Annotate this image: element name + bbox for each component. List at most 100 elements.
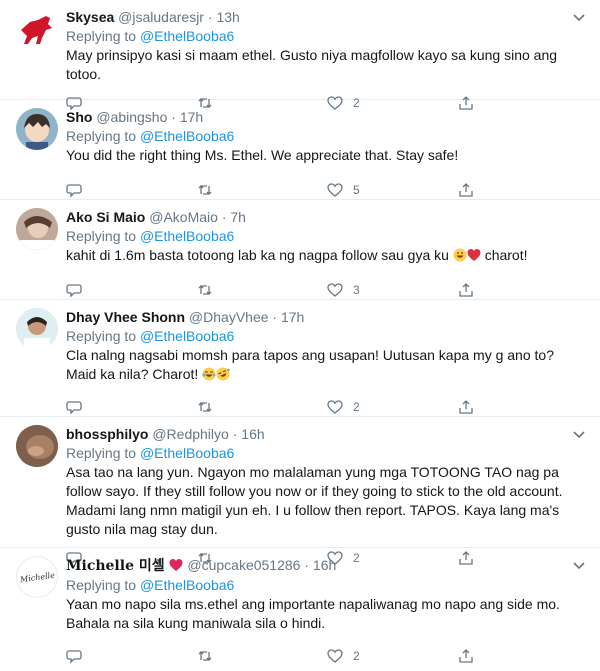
timestamp[interactable]: 17h xyxy=(180,109,203,125)
like-button[interactable]: 2 xyxy=(327,648,458,664)
like-icon xyxy=(327,283,343,297)
tweet[interactable]: Michelle Michelle 미셸 @cupcake051286 · 16… xyxy=(0,548,600,664)
share-button[interactable] xyxy=(458,182,589,198)
display-name[interactable]: Michelle 미셸 xyxy=(66,558,183,574)
mention-link[interactable]: @EthelBooba6 xyxy=(140,445,234,461)
user-handle[interactable]: @cupcake051286 xyxy=(187,557,300,573)
tweet-header: Skysea @jsaludaresjr · 13h xyxy=(66,8,588,27)
retweet-button[interactable] xyxy=(197,399,328,415)
tweet-header: Michelle 미셸 @cupcake051286 · 16h xyxy=(66,556,588,576)
chevron-down-icon[interactable] xyxy=(572,427,586,441)
reply-icon xyxy=(66,650,82,664)
reply-button[interactable] xyxy=(66,182,197,198)
user-handle[interactable]: @AkoMaio xyxy=(149,209,218,225)
reply-icon xyxy=(66,284,82,298)
display-name[interactable]: bhossphilyo xyxy=(66,426,148,442)
tears-of-joy-icon xyxy=(202,367,216,381)
reply-icon xyxy=(66,401,82,415)
user-handle[interactable]: @jsaludaresjr xyxy=(118,9,204,25)
reply-button[interactable] xyxy=(66,282,197,298)
avatar[interactable] xyxy=(16,208,58,250)
like-button[interactable]: 2 xyxy=(327,399,458,415)
timestamp[interactable]: 16h xyxy=(241,426,264,442)
like-count: 2 xyxy=(353,649,360,663)
display-name[interactable]: Dhay Vhee Shonn xyxy=(66,309,185,325)
separator-dot: · xyxy=(272,309,278,325)
tweet-text: Asa tao na lang yun. Ngayon mo malalaman… xyxy=(66,464,567,537)
heart-icon xyxy=(169,559,183,571)
timestamp[interactable]: 16h xyxy=(313,557,336,573)
mention-link[interactable]: @EthelBooba6 xyxy=(140,228,234,244)
avatar[interactable]: Michelle xyxy=(16,556,58,598)
retweet-button[interactable] xyxy=(197,282,328,298)
chevron-down-icon[interactable] xyxy=(572,10,586,24)
mention-link[interactable]: @EthelBooba6 xyxy=(140,328,234,344)
like-icon xyxy=(327,649,343,663)
avatar-photo-icon xyxy=(16,208,58,250)
like-count: 3 xyxy=(353,283,360,297)
display-name[interactable]: Skysea xyxy=(66,9,114,25)
tweet-actions: 2 xyxy=(66,641,588,671)
like-button[interactable]: 3 xyxy=(327,282,458,298)
replying-to-label: Replying to xyxy=(66,28,137,44)
tweet[interactable]: Skysea @jsaludaresjr · 13h Replying to @… xyxy=(0,0,600,111)
tweet-text-main: Cla nalng nagsabi momsh para tapos ang u… xyxy=(66,347,558,382)
like-count: 2 xyxy=(353,400,360,414)
avatar[interactable] xyxy=(16,108,58,150)
user-handle[interactable]: @Redphilyo xyxy=(152,426,228,442)
tweet[interactable]: Ako Si Maio @AkoMaio · 7h Replying to @E… xyxy=(0,200,600,300)
share-button[interactable] xyxy=(458,648,589,664)
chevron-down-icon[interactable] xyxy=(572,558,586,572)
tweet-header: bhossphilyo @Redphilyo · 16h xyxy=(66,425,588,444)
avatar-logo-icon xyxy=(21,16,52,44)
user-handle[interactable]: @DhayVhee xyxy=(189,309,269,325)
retweet-button[interactable] xyxy=(197,648,328,664)
share-button[interactable] xyxy=(458,282,589,298)
timestamp[interactable]: 13h xyxy=(216,9,239,25)
avatar-anime-icon xyxy=(16,108,58,150)
tweet[interactable]: bhossphilyo @Redphilyo · 16h Replying to… xyxy=(0,417,600,566)
mention-link[interactable]: @EthelBooba6 xyxy=(140,577,234,593)
grinning-face-icon xyxy=(453,248,467,262)
tweet-feed: Skysea @jsaludaresjr · 13h Replying to @… xyxy=(0,0,600,664)
avatar[interactable] xyxy=(16,8,58,50)
avatar[interactable] xyxy=(16,425,58,467)
retweet-icon xyxy=(198,402,211,412)
display-name[interactable]: Ako Si Maio xyxy=(66,209,145,225)
display-name[interactable]: Sho xyxy=(66,109,92,125)
retweet-icon xyxy=(198,651,211,661)
reply-button[interactable] xyxy=(66,648,197,664)
tweet-header: Dhay Vhee Shonn @DhayVhee · 17h xyxy=(66,308,588,327)
separator-dot: · xyxy=(304,557,310,573)
tweet-text: Cla nalng nagsabi momsh para tapos ang u… xyxy=(66,346,588,384)
replying-to: Replying to @EthelBooba6 xyxy=(66,444,588,463)
user-handle[interactable]: @abingsho xyxy=(96,109,167,125)
like-count: 5 xyxy=(353,183,360,197)
avatar-signature: Michelle xyxy=(19,570,55,584)
replying-to: Replying to @EthelBooba6 xyxy=(66,576,588,595)
avatar-photo-icon xyxy=(16,425,58,467)
timestamp[interactable]: 7h xyxy=(230,209,246,225)
timestamp[interactable]: 17h xyxy=(281,309,304,325)
tweet-text: Yaan mo napo sila ms.ethel ang important… xyxy=(66,596,564,631)
reply-button[interactable] xyxy=(66,399,197,415)
replying-to: Replying to @EthelBooba6 xyxy=(66,227,588,246)
share-icon xyxy=(458,400,473,414)
like-button[interactable]: 5 xyxy=(327,182,458,198)
share-icon xyxy=(458,649,473,663)
tweet-text-main: kahit di 1.6m basta totoong lab ka ng na… xyxy=(66,247,453,263)
tweet[interactable]: Sho @abingsho · 17h Replying to @EthelBo… xyxy=(0,100,600,200)
avatar-photo-icon xyxy=(16,308,58,350)
tweet-text-tail: charot! xyxy=(480,247,528,263)
tweet-text: You did the right thing Ms. Ethel. We ap… xyxy=(66,147,459,163)
tweet[interactable]: Dhay Vhee Shonn @DhayVhee · 17h Replying… xyxy=(0,300,600,417)
like-icon xyxy=(327,183,343,197)
share-button[interactable] xyxy=(458,399,589,415)
retweet-button[interactable] xyxy=(197,182,328,198)
avatar[interactable] xyxy=(16,308,58,350)
replying-to-label: Replying to xyxy=(66,577,137,593)
replying-to: Replying to @EthelBooba6 xyxy=(66,327,588,346)
mention-link[interactable]: @EthelBooba6 xyxy=(140,28,234,44)
mention-link[interactable]: @EthelBooba6 xyxy=(140,128,234,144)
replying-to-label: Replying to xyxy=(66,445,137,461)
